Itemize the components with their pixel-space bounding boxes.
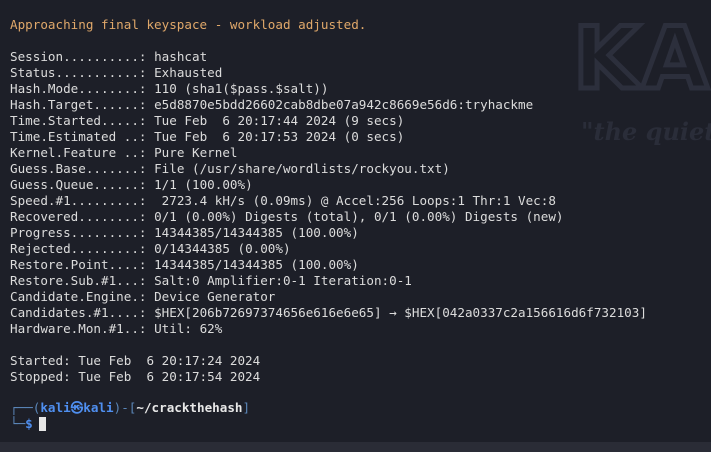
status-value: e5d8870e5bdd26602cab8dbe07a942c8669e56d6… <box>154 97 534 112</box>
status-line: Hardware.Mon.#1..: Util: 62% <box>10 321 705 337</box>
status-value: Util: 62% <box>154 321 223 336</box>
status-value: File (/usr/share/wordlists/rockyou.txt) <box>154 161 450 176</box>
status-value: Tue Feb 6 20:17:44 2024 (9 secs) <box>154 113 405 128</box>
status-line: Restore.Point....: 14344385/14344385 (10… <box>10 257 705 273</box>
shell-prompt: ┌──(kali㉿kali)-[~/crackthehash] └─$ <box>10 400 705 432</box>
status-value: Device Generator <box>154 289 276 304</box>
status-key: Session..........: <box>10 49 147 64</box>
status-line: Candidate.Engine.: Device Generator <box>10 289 705 305</box>
status-key: Candidate.Engine.: <box>10 289 147 304</box>
status-key: Hash.Mode........: <box>10 81 147 96</box>
status-key: Candidates.#1....: <box>10 305 147 320</box>
terminal-output: Approaching final keyspace - workload ad… <box>10 17 705 432</box>
status-line: Guess.Base.......: File (/usr/share/word… <box>10 161 705 177</box>
status-key: Status...........: <box>10 65 147 80</box>
status-value: 0/1 (0.00%) Digests (total), 0/1 (0.00%)… <box>154 209 564 224</box>
warning-line: Approaching final keyspace - workload ad… <box>10 17 367 32</box>
status-line: Candidates.#1....: $HEX[206b72697374656e… <box>10 305 705 321</box>
prompt-frame-mid: )-[ <box>113 400 137 415</box>
status-line: Hash.Target......: e5d8870e5bdd26602cab8… <box>10 97 705 113</box>
status-value: 1/1 (100.00%) <box>154 177 253 192</box>
status-line: Progress.........: 14344385/14344385 (10… <box>10 225 705 241</box>
status-value: 14344385/14344385 (100.00%) <box>154 225 359 240</box>
window-bottom-edge <box>0 442 711 452</box>
status-key: Hardware.Mon.#1..: <box>10 321 147 336</box>
status-value: Tue Feb 6 20:17:53 2024 (0 secs) <box>154 129 405 144</box>
status-line: Kernel.Feature ..: Pure Kernel <box>10 145 705 161</box>
status-key: Guess.Base.......: <box>10 161 147 176</box>
status-key: Time.Estimated ..: <box>10 129 147 144</box>
status-key: Time.Started.....: <box>10 113 147 128</box>
status-value: 2723.4 kH/s (0.09ms) @ Accel:256 Loops:1… <box>154 193 556 208</box>
status-line: Hash.Mode........: 110 (sha1($pass.$salt… <box>10 81 705 97</box>
status-key: Kernel.Feature ..: <box>10 145 147 160</box>
terminal-window[interactable]: KA "the quieter Approaching final keyspa… <box>0 0 711 452</box>
status-line: Time.Estimated ..: Tue Feb 6 20:17:53 20… <box>10 129 705 145</box>
status-key: Rejected.........: <box>10 241 147 256</box>
status-line: Session..........: hashcat <box>10 49 705 65</box>
status-line: Time.Started.....: Tue Feb 6 20:17:44 20… <box>10 113 705 129</box>
text-cursor[interactable] <box>38 417 46 431</box>
prompt-frame-bottom: └─ <box>10 416 26 431</box>
status-line: Status...........: Exhausted <box>10 65 705 81</box>
status-key: Speed.#1.........: <box>10 193 147 208</box>
status-key: Recovered........: <box>10 209 147 224</box>
status-value: $HEX[206b72697374656e616e6e65] → $HEX[04… <box>154 305 647 320</box>
status-key: Progress.........: <box>10 225 147 240</box>
status-block: Session..........: hashcat Status........… <box>10 49 705 337</box>
prompt-frame-top: ┌──( <box>10 400 41 415</box>
status-value: Pure Kernel <box>154 145 238 160</box>
started-line: Started: Tue Feb 6 20:17:24 2024 <box>10 353 261 368</box>
status-line: Recovered........: 0/1 (0.00%) Digests (… <box>10 209 705 225</box>
status-value: Salt:0 Amplifier:0-1 Iteration:0-1 <box>154 273 412 288</box>
prompt-user-host: kali㉿kali <box>40 400 114 415</box>
status-key: Restore.Point....: <box>10 257 147 272</box>
status-line: Restore.Sub.#1...: Salt:0 Amplifier:0-1 … <box>10 273 705 289</box>
prompt-frame-end: ] <box>242 400 251 415</box>
status-key: Guess.Queue......: <box>10 177 147 192</box>
stopped-line: Stopped: Tue Feb 6 20:17:54 2024 <box>10 369 261 384</box>
prompt-symbol: $ <box>25 416 33 431</box>
status-value: hashcat <box>154 49 208 64</box>
status-value: 0/14344385 (0.00%) <box>154 241 291 256</box>
prompt-cwd: ~/crackthehash <box>136 400 243 415</box>
status-key: Restore.Sub.#1...: <box>10 273 147 288</box>
status-key: Hash.Target......: <box>10 97 147 112</box>
status-value: 14344385/14344385 (100.00%) <box>154 257 359 272</box>
status-line: Rejected.........: 0/14344385 (0.00%) <box>10 241 705 257</box>
status-value: Exhausted <box>154 65 223 80</box>
status-value: 110 (sha1($pass.$salt)) <box>154 81 329 96</box>
status-line: Speed.#1.........: 2723.4 kH/s (0.09ms) … <box>10 193 705 209</box>
status-line: Guess.Queue......: 1/1 (100.00%) <box>10 177 705 193</box>
